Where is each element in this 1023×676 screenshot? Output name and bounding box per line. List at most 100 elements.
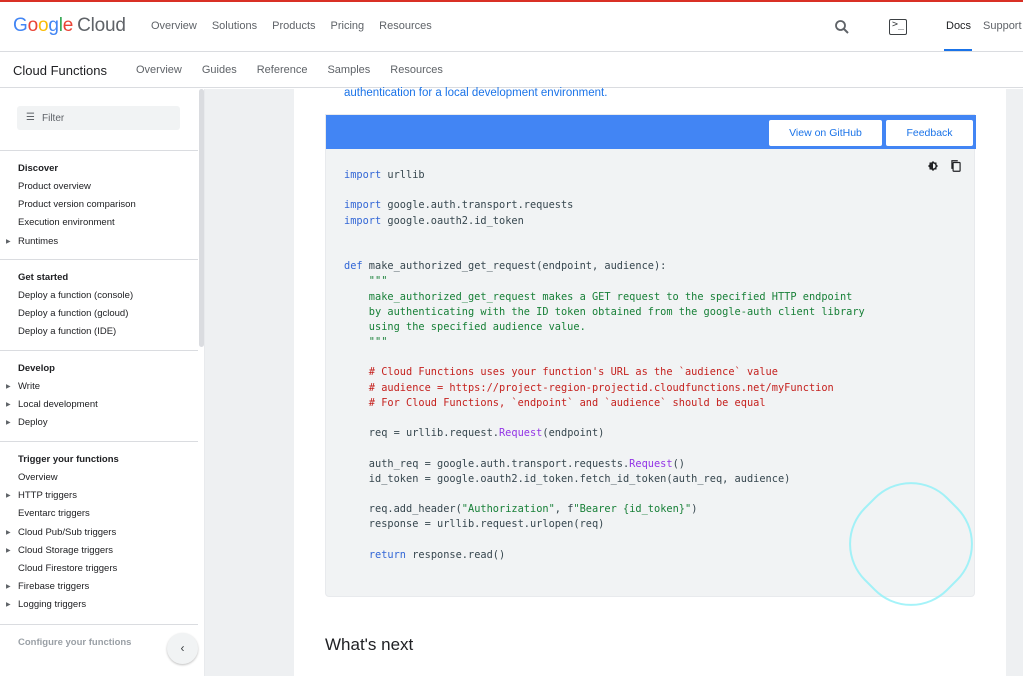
- code-line: response = urllib.request.urlopen(req): [344, 517, 865, 532]
- sidebar-item-http-triggers[interactable]: ▶ HTTP triggers: [0, 487, 198, 505]
- sidebar-item-runtimes[interactable]: ▶ Runtimes: [0, 233, 198, 251]
- sidebar-section-title: Discover: [18, 163, 59, 174]
- sidebar-item-label: Eventarc triggers: [18, 508, 90, 520]
- sidebar-section-trigger: Trigger your functions Overview ▶ HTTP tr…: [0, 441, 198, 615]
- sidebar-item-firebase-triggers[interactable]: ▶ Firebase triggers: [0, 578, 198, 596]
- expand-arrow-icon[interactable]: ▶: [6, 378, 11, 396]
- sidebar-item-label: Execution environment: [18, 217, 115, 229]
- docs-link[interactable]: Docs: [946, 20, 971, 32]
- sidebar-item-label: Deploy: [18, 417, 48, 429]
- expand-arrow-icon[interactable]: ▶: [6, 524, 11, 542]
- code-token: Request: [498, 427, 543, 440]
- code-line: req = urllib.request.Request(endpoint): [344, 426, 865, 441]
- expand-arrow-icon[interactable]: ▶: [6, 233, 11, 251]
- top-nav-overview[interactable]: Overview: [151, 20, 197, 32]
- code-line: """: [344, 335, 865, 350]
- code-token: import: [344, 214, 382, 227]
- sidebar-item-label: Write: [18, 381, 40, 392]
- sidebar-item-firestore-triggers[interactable]: Cloud Firestore triggers: [0, 560, 198, 578]
- sidebar-item-deploy-ide[interactable]: Deploy a function (IDE): [0, 323, 198, 341]
- filter-input[interactable]: ☰ Filter: [17, 106, 180, 130]
- sidebar-section-title: Trigger your functions: [18, 454, 119, 465]
- sidebar-section-develop: Develop ▶ Write ▶ Local development ▶ Deplo…: [0, 350, 198, 433]
- expand-arrow-icon[interactable]: ▶: [6, 596, 11, 614]
- sidebar-item-local-development[interactable]: ▶ Local development: [0, 396, 198, 414]
- product-name[interactable]: Cloud Functions: [13, 63, 107, 78]
- sidebar-scrollbar[interactable]: [199, 89, 204, 347]
- code-token: import: [344, 169, 382, 181]
- sidebar-item-label: Product version comparison: [18, 199, 136, 211]
- sidebar-item-eventarc-triggers[interactable]: Eventarc triggers: [0, 505, 198, 523]
- sidebar-item-storage-triggers[interactable]: ▶ Cloud Storage triggers: [0, 542, 198, 560]
- sidebar-item-deploy-console[interactable]: Deploy a function (console): [0, 287, 198, 305]
- sidebar-item-label: Deploy a function (IDE): [18, 326, 117, 338]
- code-token: make_authorized_get_request makes a GET …: [344, 290, 853, 303]
- auth-local-dev-link[interactable]: authentication for a local development e…: [344, 87, 607, 99]
- content-gutter-right: [1006, 89, 1023, 676]
- google-cloud-logo[interactable]: Google Cloud: [13, 15, 126, 37]
- collapse-sidebar-button[interactable]: ‹: [167, 633, 198, 664]
- expand-arrow-icon[interactable]: ▶: [6, 487, 11, 505]
- dark-theme-toggle-icon[interactable]: [927, 160, 939, 172]
- copy-code-icon[interactable]: [950, 159, 962, 173]
- top-nav-solutions[interactable]: Solutions: [212, 20, 257, 32]
- sidebar-item-product-version-comparison[interactable]: Product version comparison: [0, 196, 198, 214]
- feedback-button[interactable]: Feedback: [886, 120, 973, 146]
- expand-arrow-icon[interactable]: ▶: [6, 414, 11, 432]
- code-line: # Cloud Functions uses your function's U…: [344, 365, 865, 380]
- code-token: # audience = https://project-region-proj…: [344, 381, 834, 394]
- tab-guides[interactable]: Guides: [202, 64, 237, 76]
- code-token: return: [368, 548, 407, 561]
- sidebar-item-label: Runtimes: [18, 235, 59, 247]
- content-gutter-left: [205, 89, 294, 676]
- code-line: """: [344, 274, 865, 289]
- search-icon[interactable]: [833, 18, 851, 36]
- code-token: id_token = google.oauth2.id_token.fetch_…: [344, 472, 791, 485]
- logo-letter: g: [48, 15, 59, 36]
- code-sample-toolbar: View on GitHub Feedback: [326, 115, 976, 149]
- sidebar-item-label: Firebase triggers: [18, 581, 90, 593]
- top-nav-resources[interactable]: Resources: [379, 20, 432, 32]
- sidebar-item-label: Cloud Storage triggers: [18, 544, 114, 556]
- sidebar-item-label: HTTP triggers: [18, 490, 77, 502]
- tab-samples[interactable]: Samples: [327, 64, 370, 76]
- sidebar-item-deploy-gcloud[interactable]: Deploy a function (gcloud): [0, 305, 198, 323]
- code-token: (): [672, 457, 685, 470]
- view-on-github-button[interactable]: View on GitHub: [769, 120, 882, 146]
- expand-arrow-icon[interactable]: ▶: [6, 542, 11, 560]
- code-token: Request: [629, 457, 673, 470]
- expand-arrow-icon[interactable]: ▶: [6, 396, 11, 414]
- sidebar-item-logging-triggers[interactable]: ▶ Logging triggers: [0, 596, 198, 614]
- tab-overview[interactable]: Overview: [136, 64, 182, 76]
- tab-resources[interactable]: Resources: [390, 64, 443, 76]
- sidebar-item-label: Logging triggers: [18, 599, 87, 611]
- code-line: req.add_header("Authorization", f"Bearer…: [344, 502, 865, 517]
- top-nav-pricing[interactable]: Pricing: [331, 20, 365, 32]
- code-token: , f: [554, 503, 574, 516]
- top-nav-products[interactable]: Products: [272, 20, 315, 32]
- code-token: """: [344, 275, 388, 288]
- expand-arrow-icon[interactable]: ▶: [6, 578, 11, 596]
- cloud-shell-terminal-icon[interactable]: >_: [889, 19, 907, 35]
- support-link[interactable]: Support: [983, 20, 1022, 32]
- sidebar-item-label: Cloud Firestore triggers: [18, 562, 118, 574]
- code-block[interactable]: import urllib import google.auth.transpor…: [344, 168, 865, 563]
- code-line: import urllib: [344, 168, 865, 183]
- sidebar-item-trigger-overview[interactable]: Overview: [0, 469, 198, 487]
- sidebar-item-write[interactable]: ▶ Write: [0, 378, 198, 396]
- tab-reference[interactable]: Reference: [257, 64, 308, 76]
- sidebar-item-execution-environment[interactable]: Execution environment: [0, 214, 198, 232]
- code-line: using the specified audience value.: [344, 320, 865, 335]
- sidebar-section-discover: Discover Product overview Product versio…: [0, 150, 198, 251]
- sidebar-item-pubsub-triggers[interactable]: ▶ Cloud Pub/Sub triggers: [0, 524, 198, 542]
- code-token: import: [344, 199, 382, 212]
- code-line: # audience = https://project-region-proj…: [344, 381, 865, 396]
- sidebar-item-deploy[interactable]: ▶ Deploy: [0, 414, 198, 432]
- code-line: import google.oauth2.id_token: [344, 214, 865, 229]
- sidebar-item-product-overview[interactable]: Product overview: [0, 178, 198, 196]
